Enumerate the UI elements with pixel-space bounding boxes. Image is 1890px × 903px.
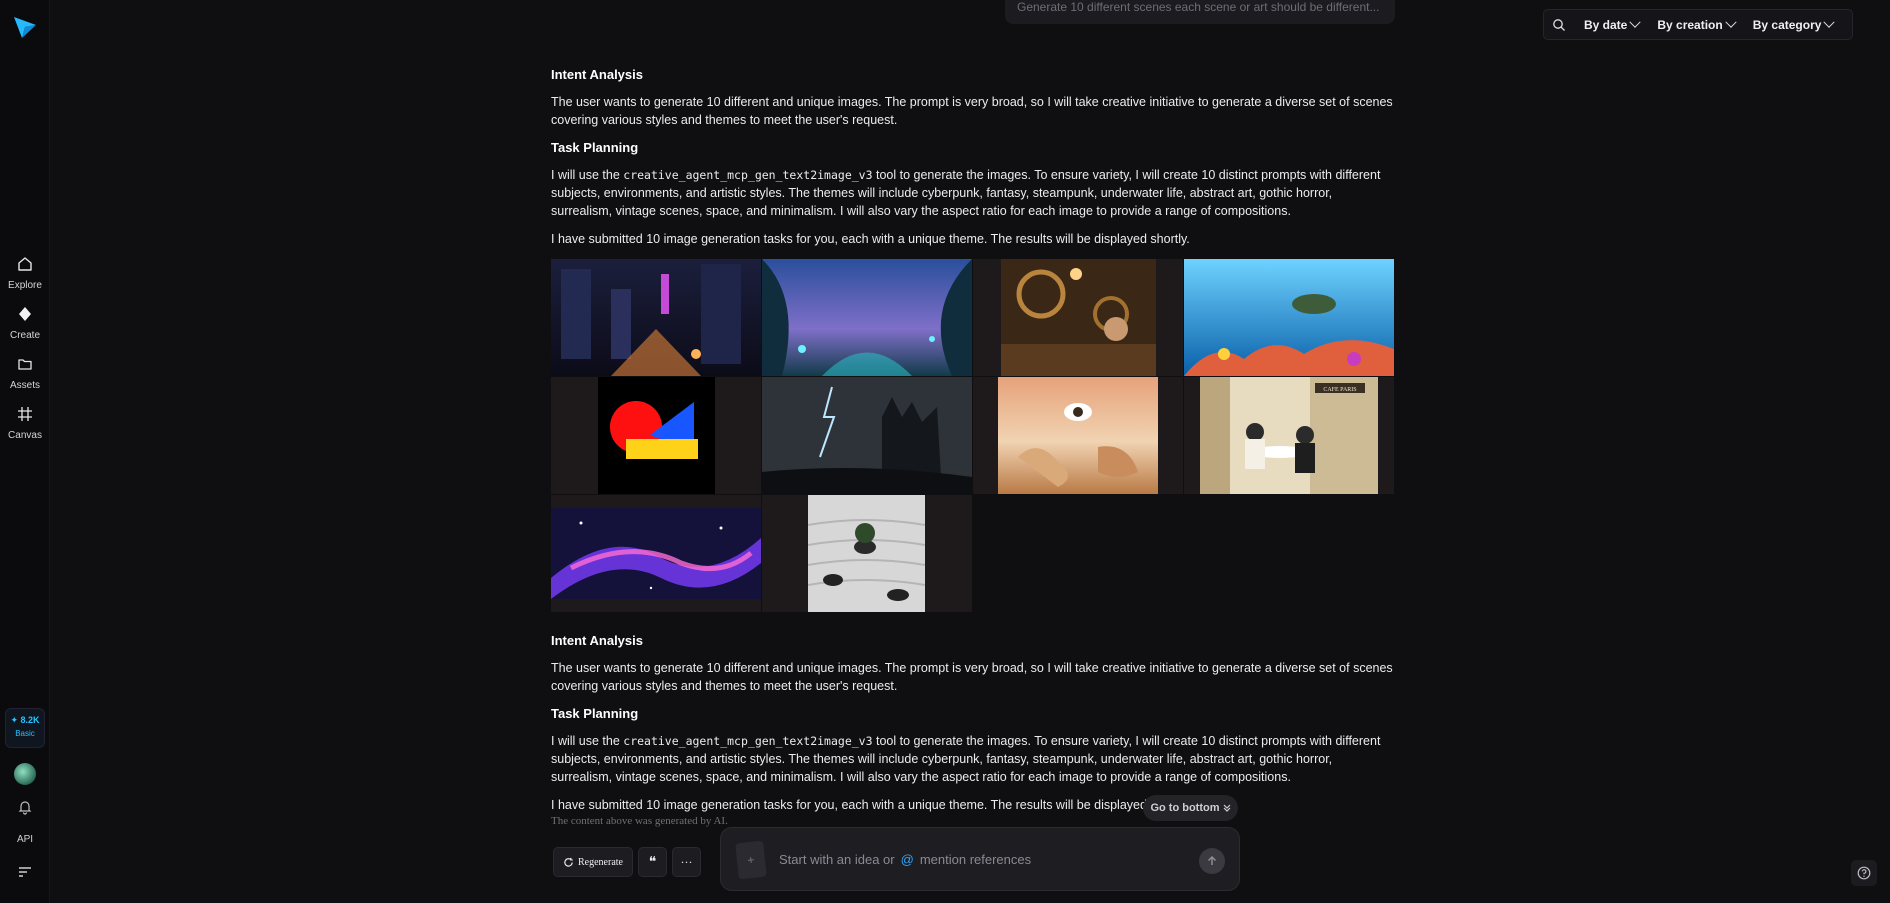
avatar[interactable]	[14, 763, 36, 785]
help-button[interactable]	[1851, 860, 1877, 886]
abstract-shapes-image	[598, 377, 715, 494]
left-sidebar: Explore Create Assets Canvas ✦ 8.2K Basi…	[0, 0, 50, 903]
plan-heading: Task Planning	[551, 706, 639, 721]
gothic-castle-image	[762, 377, 972, 494]
bell-icon[interactable]	[17, 799, 33, 815]
double-chevron-down-icon	[1223, 804, 1230, 812]
chevron-down-icon	[1725, 16, 1737, 28]
intent-heading: Intent Analysis	[551, 633, 643, 648]
filter-by-creation[interactable]: By creation	[1657, 16, 1737, 32]
go-to-bottom-label: Go to bottom	[1150, 802, 1220, 814]
input-placeholder: Start with an idea or @ mention referenc…	[779, 852, 1031, 867]
api-link[interactable]: API	[0, 834, 50, 845]
image-tile[interactable]	[551, 495, 761, 612]
add-reference-button[interactable]: +	[735, 840, 767, 880]
more-icon: ···	[680, 854, 693, 869]
plan-text-pre: I will use the	[551, 734, 624, 748]
fantasy-forest-image	[762, 259, 972, 376]
refresh-icon	[564, 857, 573, 867]
ai-disclaimer: The content above was generated by AI.	[551, 815, 728, 827]
plan-tier: Basic	[15, 729, 35, 738]
quote-button[interactable]: ❝	[638, 847, 667, 877]
chevron-down-icon	[1823, 16, 1836, 28]
sidebar-item-label: Create	[9, 330, 40, 341]
zen-garden-image	[808, 495, 925, 612]
tool-name-code: creative_agent_mcp_gen_text2image_v3	[623, 734, 873, 748]
underwater-reef-image	[1184, 259, 1394, 376]
image-tile[interactable]	[762, 495, 972, 612]
filter-by-date[interactable]: By date	[1584, 16, 1642, 32]
sidebar-item-label: Assets	[9, 380, 40, 391]
filter-by-category[interactable]: By category	[1752, 16, 1836, 32]
sidebar-item-label: Canvas	[8, 430, 42, 441]
image-tile[interactable]: CAFE PARIS	[1184, 377, 1394, 494]
more-button[interactable]: ···	[672, 847, 701, 877]
sidebar-item-assets[interactable]: Assets	[0, 356, 50, 393]
prompt-input[interactable]: + Start with an idea or @ mention refere…	[720, 827, 1240, 891]
chevron-down-icon	[1629, 16, 1642, 28]
image-tile[interactable]	[551, 259, 761, 376]
intent-text: The user wants to generate 10 different …	[551, 95, 1393, 127]
folder-icon	[18, 359, 32, 370]
credits-badge[interactable]: ✦ 8.2K Basic	[5, 708, 45, 748]
send-button[interactable]	[1199, 848, 1225, 874]
arrow-up-icon	[1207, 855, 1217, 865]
surreal-desert-image	[998, 377, 1158, 494]
help-icon	[1857, 866, 1871, 880]
image-tile[interactable]	[551, 377, 761, 494]
submitted-text: I have submitted 10 image generation tas…	[551, 798, 1171, 812]
frame-icon	[18, 407, 32, 421]
credits-value: ✦ 8.2K	[10, 715, 40, 725]
space-nebula-image	[551, 508, 761, 599]
image-tile[interactable]	[762, 259, 972, 376]
plan-text-pre: I will use the	[551, 168, 624, 182]
filter-label: By category	[1752, 17, 1822, 32]
image-tile[interactable]	[973, 377, 1183, 494]
home-icon	[18, 257, 32, 271]
cafe-sign-text: CAFE PARIS	[1323, 387, 1356, 393]
image-tile[interactable]	[1184, 259, 1394, 376]
mention-icon[interactable]: @	[901, 852, 914, 867]
sidebar-item-create[interactable]: Create	[0, 306, 50, 343]
diamond-icon	[19, 307, 31, 321]
regenerate-button[interactable]: Regenerate	[553, 847, 633, 877]
go-to-bottom-button[interactable]: Go to bottom	[1143, 795, 1238, 821]
search-icon[interactable]	[1552, 18, 1566, 32]
submitted-text: I have submitted 10 image generation tas…	[551, 232, 1190, 246]
vintage-cafe-image: CAFE PARIS	[1200, 377, 1378, 494]
quote-icon: ❝	[648, 854, 657, 870]
sidebar-item-explore[interactable]: Explore	[0, 256, 50, 293]
tool-name-code: creative_agent_mcp_gen_text2image_v3	[623, 168, 873, 182]
menu-icon[interactable]	[18, 866, 32, 878]
plan-text: I will use the creative_agent_mcp_gen_te…	[551, 166, 1393, 220]
regenerate-label: Regenerate	[578, 856, 623, 868]
placeholder-start: Start with an idea or	[779, 852, 895, 867]
plan-text: I will use the creative_agent_mcp_gen_te…	[551, 732, 1393, 786]
filter-bar: By date By creation By category	[1543, 9, 1853, 40]
logo-icon[interactable]	[12, 14, 38, 40]
placeholder-end: mention references	[919, 852, 1032, 867]
image-tile[interactable]	[973, 259, 1183, 376]
plan-heading: Task Planning	[551, 140, 639, 155]
user-prompt-bubble: Generate 10 different scenes each scene …	[1005, 0, 1395, 24]
sidebar-item-canvas[interactable]: Canvas	[0, 406, 50, 443]
intent-heading: Intent Analysis	[551, 67, 643, 82]
sidebar-item-label: Explore	[8, 280, 42, 291]
image-tile[interactable]	[762, 377, 972, 494]
filter-label: By creation	[1657, 17, 1723, 32]
cyberpunk-image	[551, 259, 761, 376]
steampunk-workshop-image	[1001, 259, 1156, 376]
filter-label: By date	[1584, 17, 1628, 32]
intent-text: The user wants to generate 10 different …	[551, 661, 1393, 693]
